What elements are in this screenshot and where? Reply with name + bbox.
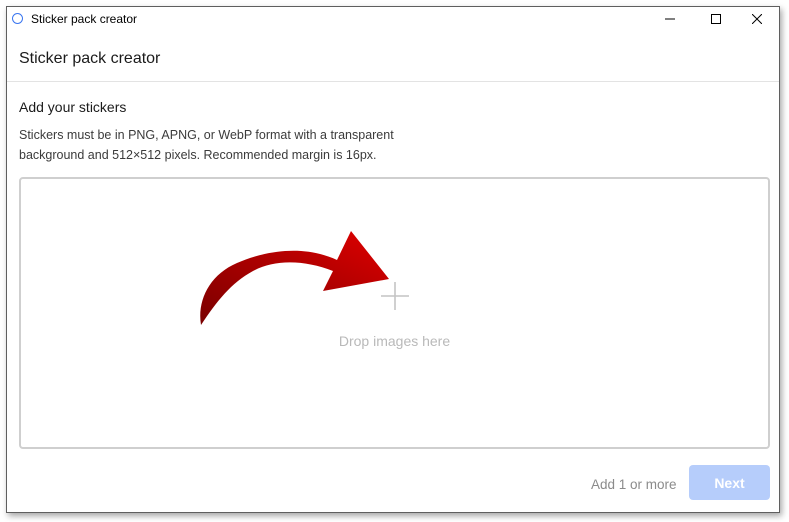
add-count-hint: Add 1 or more	[591, 477, 677, 492]
sticker-pack-creator-window: Sticker pack creator Sticker pack creato…	[6, 6, 780, 513]
description-line-2: background and 512×512 pixels. Recommend…	[19, 148, 377, 162]
description-line-1: Stickers must be in PNG, APNG, or WebP f…	[19, 128, 394, 142]
close-button[interactable]	[734, 7, 780, 31]
maximize-icon	[711, 14, 721, 24]
header: Sticker pack creator	[7, 31, 779, 82]
app-icon	[12, 13, 23, 24]
drop-images-hint: Drop images here	[338, 333, 451, 349]
maximize-button[interactable]	[693, 7, 739, 31]
next-button[interactable]: Next	[689, 465, 770, 500]
section-title: Add your stickers	[19, 99, 127, 115]
close-icon	[752, 14, 762, 24]
title-bar[interactable]: Sticker pack creator	[7, 7, 779, 31]
window-title: Sticker pack creator	[31, 12, 138, 26]
sticker-requirements-text: Stickers must be in PNG, APNG, or WebP f…	[19, 125, 459, 165]
red-arrow-annotation	[200, 231, 389, 325]
minimize-icon	[665, 18, 675, 20]
minimize-button[interactable]	[647, 7, 693, 31]
page-title: Sticker pack creator	[19, 50, 161, 67]
